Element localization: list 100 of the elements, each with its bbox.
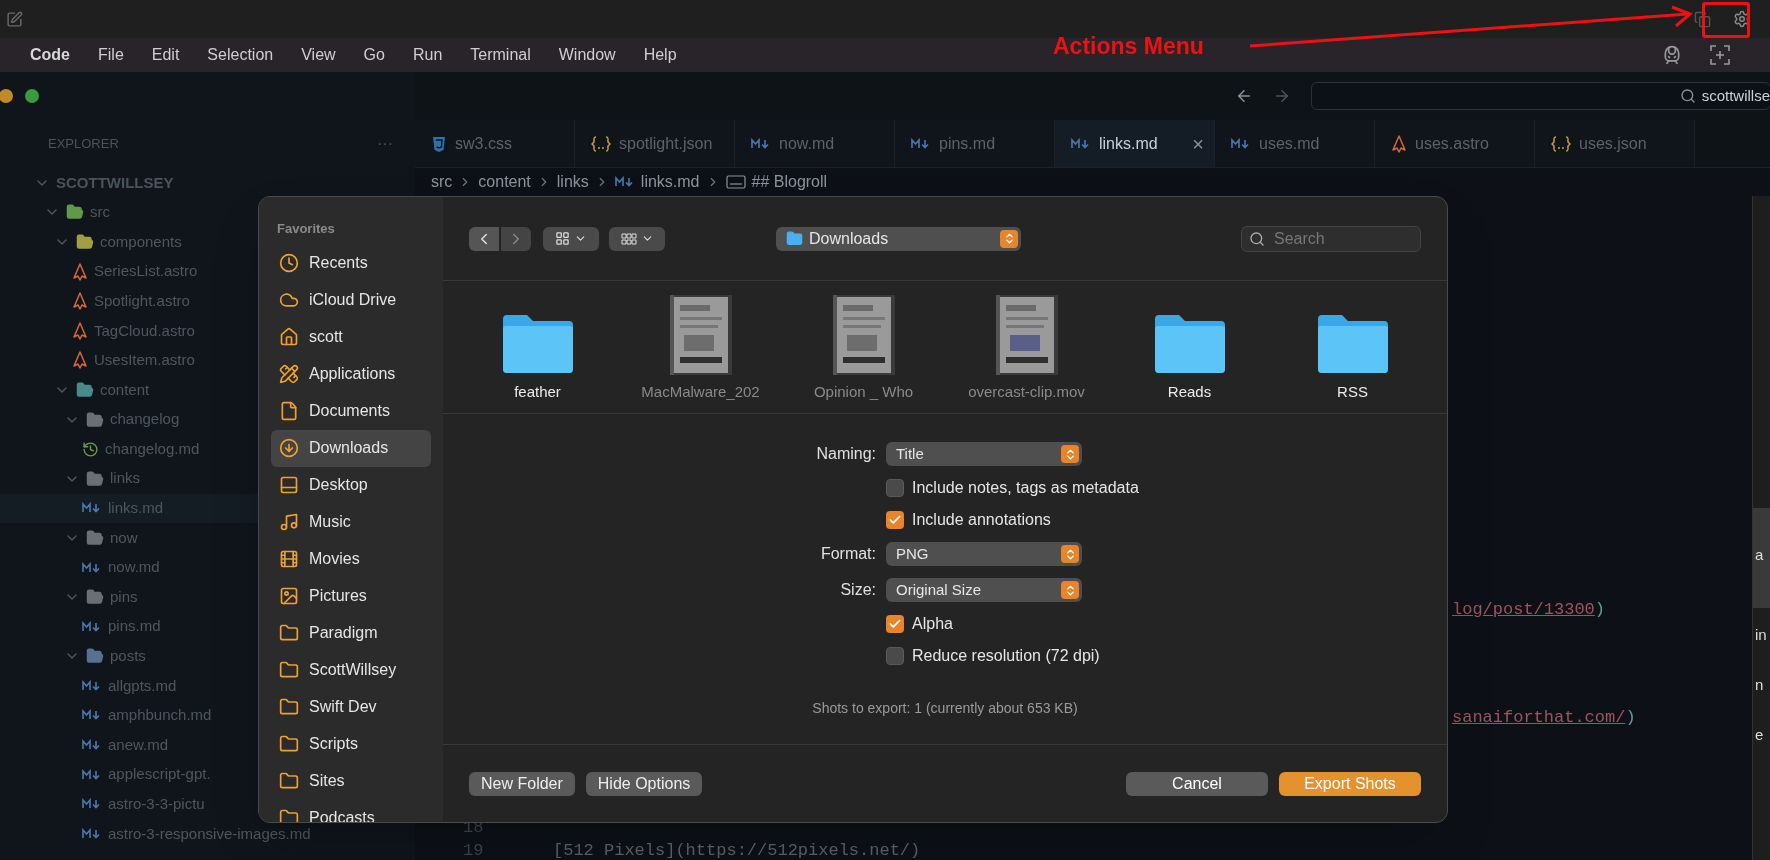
checkbox[interactable] <box>886 647 904 665</box>
file-name[interactable]: feather <box>514 381 561 404</box>
breadcrumb-item[interactable]: content <box>478 170 531 194</box>
code-punctuation: ) <box>1625 707 1636 729</box>
menu-item[interactable]: Edit <box>151 43 180 67</box>
file-name: Spotlight.astro <box>94 290 190 311</box>
css-icon <box>431 134 447 153</box>
copy-icon[interactable] <box>1694 10 1711 28</box>
breadcrumb-item[interactable]: ## Blogroll <box>751 170 828 194</box>
menu-item[interactable]: Terminal <box>470 43 531 67</box>
breadcrumb-item[interactable]: links.md <box>640 170 700 194</box>
editor-tab[interactable]: links.md × <box>1055 120 1215 167</box>
command-center-field[interactable]: scottwillse <box>1311 82 1770 110</box>
train-icon[interactable] <box>1662 45 1682 65</box>
menu-item[interactable]: Window <box>558 43 616 67</box>
file-name[interactable]: Reads <box>1167 381 1212 404</box>
folder-name: changelog <box>110 409 180 430</box>
folder-icon <box>279 660 299 680</box>
file-name[interactable]: RSS <box>1337 381 1368 404</box>
file-name: pins.md <box>108 616 161 637</box>
sidebar-item[interactable]: iCloud Drive <box>271 281 431 319</box>
code-link[interactable]: sanaiforthat.com/ <box>1452 705 1626 731</box>
heading-symbol-icon <box>725 175 746 189</box>
download-icon <box>279 438 299 458</box>
menu-item[interactable]: Help <box>643 43 677 67</box>
export-summary: Shots to export: 1 (currently about 653 KB) <box>811 699 1079 718</box>
folder-icon <box>279 734 299 754</box>
sidebar-item[interactable]: ScottWillsey <box>271 651 431 689</box>
markdown-icon <box>82 827 102 840</box>
markdown-icon <box>82 798 102 811</box>
file-name: anew.md <box>108 734 169 755</box>
code-link[interactable]: log/post/13300 <box>1452 597 1595 623</box>
home-icon <box>279 327 299 347</box>
dialog-button[interactable]: New Folder <box>469 771 575 796</box>
folder-icon <box>786 230 803 247</box>
menu-item[interactable]: View <box>301 43 336 67</box>
menu-item[interactable]: Selection <box>207 43 274 67</box>
popup-button[interactable]: PNG <box>886 542 1082 566</box>
sidebar-item[interactable]: Movies <box>271 540 431 578</box>
markdown-icon <box>82 620 102 633</box>
markdown-icon <box>751 137 771 150</box>
sidebar-item[interactable]: Recents <box>271 244 431 282</box>
checkbox-option[interactable]: Include annotations <box>886 508 1447 532</box>
folder-name: links <box>110 468 140 489</box>
sidebar-item[interactable]: Scripts <box>271 725 431 763</box>
grid-icon <box>620 232 637 245</box>
code-punctuation: ) <box>1594 599 1606 621</box>
sidebar-item[interactable]: scott <box>271 318 431 356</box>
breadcrumb-item[interactable]: links <box>556 170 589 194</box>
sidebar-item[interactable]: Swift Dev <box>271 688 431 726</box>
screenshot-icon[interactable] <box>1710 45 1730 65</box>
dialog-button[interactable]: Hide Options <box>585 771 703 796</box>
markdown-icon <box>911 137 931 150</box>
back-button[interactable] <box>469 226 499 251</box>
sidebar-item[interactable]: Downloads <box>271 429 431 467</box>
sidebar-item[interactable]: Pictures <box>271 577 431 615</box>
menu-item[interactable]: Run <box>412 43 443 67</box>
menu-item[interactable]: File <box>98 43 124 67</box>
sidebar-item[interactable]: Applications <box>271 355 431 393</box>
file-name: amphbunch.md <box>108 705 212 726</box>
history-icon <box>82 440 99 458</box>
option-label: Naming: <box>815 444 876 464</box>
folder-icon <box>279 771 299 791</box>
checkbox[interactable] <box>886 511 904 529</box>
option-label: Format: <box>819 544 876 564</box>
sidebar-item[interactable]: Paradigm <box>271 614 431 652</box>
checkbox[interactable] <box>886 479 904 497</box>
checkbox-option[interactable]: Alpha <box>886 612 1447 636</box>
file-name: now.md <box>108 557 160 578</box>
file-name: links.md <box>108 498 163 519</box>
file-name: changelog.md <box>105 438 200 459</box>
popup-button[interactable]: Title <box>886 442 1082 466</box>
popup-button[interactable]: Original Size <box>886 578 1082 602</box>
app-menu[interactable]: Code <box>30 43 70 67</box>
panel-text: a <box>1753 508 1770 608</box>
checkbox-option[interactable]: Reduce resolution (72 dpi) <box>886 644 1447 668</box>
close-tab-icon[interactable]: × <box>1192 128 1204 159</box>
sidebar-item[interactable]: Documents <box>271 392 431 430</box>
explorer-title: EXPLORER <box>48 135 119 154</box>
checkbox[interactable] <box>886 615 904 633</box>
sidebar-heading: Favorites <box>276 220 336 238</box>
location-popup[interactable]: Downloads <box>776 226 1021 251</box>
icon-view-button[interactable] <box>543 226 599 251</box>
image-icon <box>279 586 299 606</box>
forward-button[interactable] <box>501 226 531 251</box>
search-field[interactable]: Search <box>1241 225 1421 252</box>
breadcrumb-item[interactable]: src <box>431 170 453 194</box>
panel-text: in <box>1754 625 1768 645</box>
dialog-button[interactable]: Cancel <box>1126 771 1268 796</box>
group-button[interactable] <box>609 226 665 251</box>
markdown-icon <box>614 176 635 188</box>
sidebar-item[interactable]: Sites <box>271 762 431 800</box>
markdown-icon <box>82 709 102 722</box>
menu-item[interactable]: Go <box>363 43 385 67</box>
desktop-icon <box>279 475 299 495</box>
checkbox-option[interactable]: Include notes, tags as metadata <box>886 476 1447 500</box>
grid-icon <box>555 231 570 246</box>
file-name: UsesItem.astro <box>94 350 195 371</box>
compose-icon[interactable] <box>6 10 23 28</box>
folder-name: posts <box>110 646 146 667</box>
